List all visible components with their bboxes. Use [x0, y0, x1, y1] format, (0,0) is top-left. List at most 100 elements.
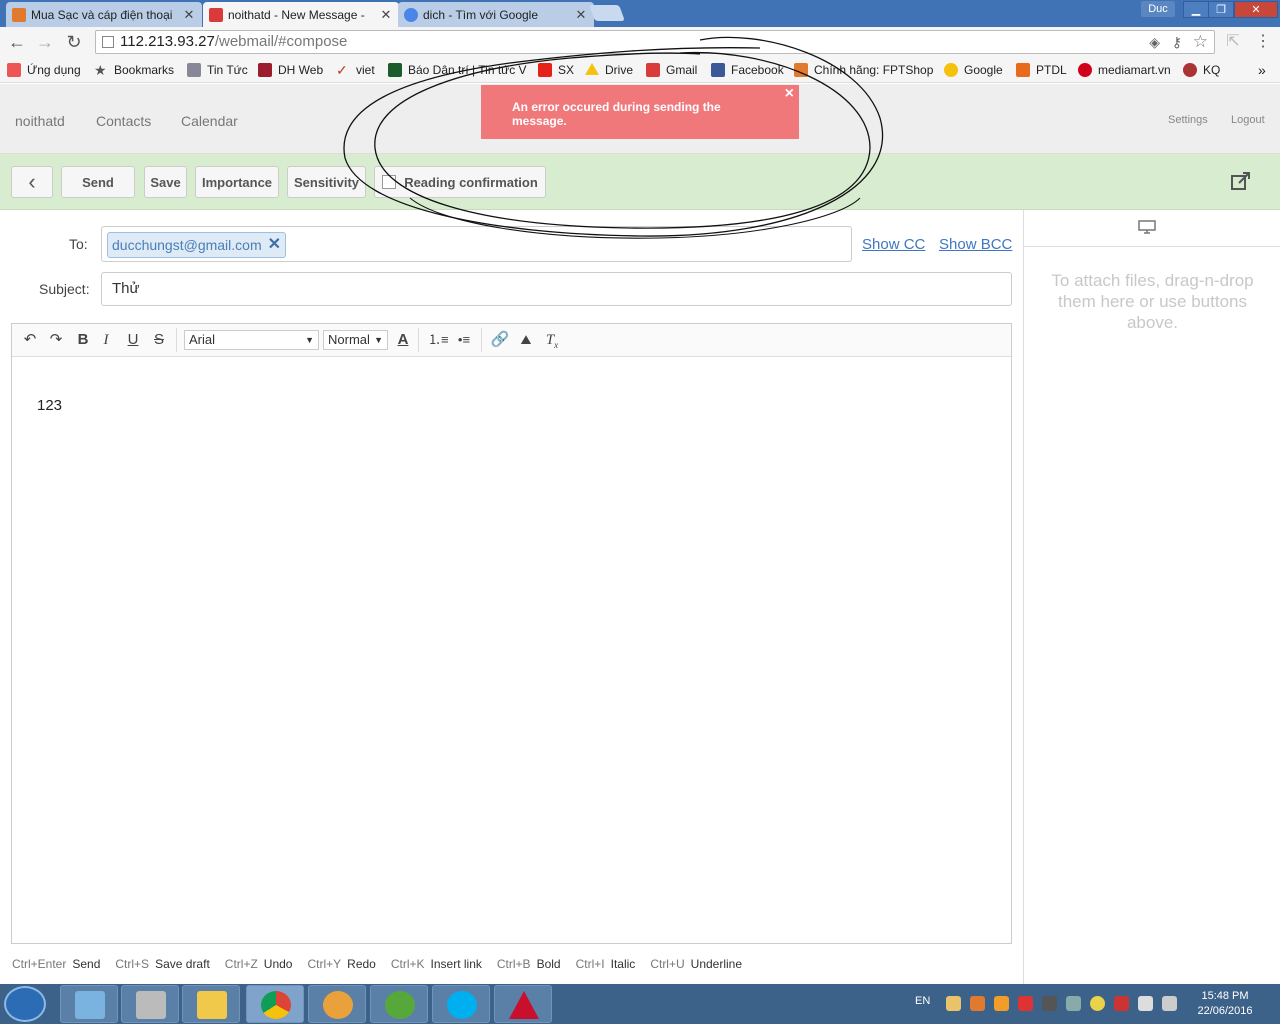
tray-yellow-icon[interactable]	[1090, 996, 1105, 1011]
bookmark-dan-tri[interactable]: Báo Dân trí | Tin tức V	[388, 62, 528, 78]
tray-calendar-icon[interactable]	[946, 996, 961, 1011]
subject-input[interactable]: Thử	[101, 272, 1012, 306]
tray-flash-icon[interactable]	[994, 996, 1009, 1011]
bookmark-fptshop[interactable]: Chính hãng: FPTShop	[794, 62, 934, 78]
popout-window-icon[interactable]	[1230, 170, 1252, 192]
key-icon[interactable]: ⚷	[1172, 31, 1182, 53]
underline-icon[interactable]: U	[123, 331, 143, 349]
back-arrow-icon[interactable]: ←	[6, 31, 28, 53]
bookmark-tin-tuc[interactable]: Tin Tức	[187, 62, 248, 78]
to-label: To:	[69, 236, 88, 252]
taskbar-app[interactable]	[432, 985, 490, 1023]
browser-tab[interactable]: Mua Sạc và cáp điện thoại ✕	[6, 2, 202, 27]
start-button[interactable]	[4, 986, 46, 1022]
star-bookmark-icon[interactable]: ☆	[1193, 31, 1208, 53]
error-toast: An error occured during sending the mess…	[481, 85, 799, 139]
tray-antivirus-icon[interactable]	[1018, 996, 1033, 1011]
bookmark-facebook[interactable]: Facebook	[711, 62, 784, 78]
bullet-list-icon[interactable]: •≡	[454, 331, 474, 349]
text-color-icon[interactable]: A	[393, 331, 413, 349]
bookmark-gmail[interactable]: Gmail	[646, 62, 697, 78]
bookmark-google[interactable]: Google	[944, 62, 1003, 78]
numbered-list-icon[interactable]: ⒈≡	[428, 331, 449, 349]
tray-coccoc-icon[interactable]	[970, 996, 985, 1011]
to-field[interactable]: ducchungst@gmail.com ✕	[101, 226, 852, 262]
tray-v-icon[interactable]	[1114, 996, 1129, 1011]
save-button[interactable]: Save	[144, 166, 187, 198]
close-tab-icon[interactable]: ✕	[379, 7, 393, 23]
dh-web-icon	[258, 63, 272, 77]
bookmark-viet[interactable]: ✓ viet	[336, 62, 375, 78]
taskbar-app-active[interactable]	[246, 985, 304, 1023]
font-size-select[interactable]: Normal ▼	[323, 330, 388, 350]
sensitivity-button[interactable]: Sensitivity	[287, 166, 366, 198]
bookmark-kq[interactable]: KQ	[1183, 62, 1220, 78]
close-tab-icon[interactable]: ✕	[574, 7, 588, 23]
extension-disabled-icon[interactable]: ⇱	[1222, 31, 1244, 53]
font-family-select[interactable]: Arial ▼	[184, 330, 319, 350]
show-cc-link[interactable]: Show CC	[862, 236, 925, 253]
link-icon[interactable]: 🔗	[490, 331, 510, 349]
bookmark-dh-web[interactable]: DH Web	[258, 62, 323, 78]
italic-icon[interactable]: I	[96, 331, 116, 349]
volume-icon[interactable]	[1162, 996, 1177, 1011]
attachments-pane[interactable]: To attach files, drag-n-drop them here o…	[1023, 210, 1280, 984]
settings-link[interactable]: Settings	[1168, 114, 1208, 126]
taskbar-app[interactable]	[308, 985, 366, 1023]
send-button[interactable]: Send	[61, 166, 135, 198]
nav-account[interactable]: noithatd	[15, 113, 65, 129]
show-bcc-link[interactable]: Show BCC	[939, 236, 1012, 253]
close-tab-icon[interactable]: ✕	[182, 7, 196, 23]
system-clock[interactable]: 15:48 PM 22/06/2016	[1188, 989, 1262, 1019]
bookmark-mediamart[interactable]: mediamart.vn	[1078, 62, 1171, 78]
bookmark-apps[interactable]: Ứng dụng	[7, 62, 81, 78]
taskbar-app[interactable]	[121, 985, 179, 1023]
tray-tool-icon[interactable]	[1042, 996, 1057, 1011]
profile-button[interactable]: Duc	[1141, 1, 1175, 17]
redo-icon[interactable]: ↷	[46, 331, 66, 349]
tray-display-icon[interactable]	[1138, 996, 1153, 1011]
bookmarks-overflow-button[interactable]: »	[1258, 62, 1266, 78]
undo-icon[interactable]: ↶	[20, 331, 40, 349]
skype-icon	[447, 991, 477, 1019]
tray-network-icon[interactable]	[1066, 996, 1081, 1011]
bookmark-bookmarks[interactable]: ★ Bookmarks	[94, 62, 174, 78]
taskbar-app[interactable]	[494, 985, 552, 1023]
bookmark-drive[interactable]: Drive	[585, 62, 633, 78]
logout-link[interactable]: Logout	[1231, 114, 1265, 126]
window-close-icon[interactable]: ✕	[1234, 1, 1278, 18]
importance-button[interactable]: Importance	[195, 166, 279, 198]
back-button[interactable]: ‹	[11, 166, 53, 198]
address-bar[interactable]: 112.213.93.27/webmail/#compose ◈ ⚷ ☆	[95, 30, 1215, 54]
strikethrough-icon[interactable]: S	[149, 331, 169, 349]
recipient-chip[interactable]: ducchungst@gmail.com ✕	[107, 232, 287, 258]
menu-icon[interactable]: ⋮	[1252, 31, 1274, 53]
taskbar-app[interactable]	[370, 985, 428, 1023]
bookmark-ptdl[interactable]: PTDL	[1016, 62, 1067, 78]
monitor-icon[interactable]	[1138, 220, 1156, 234]
restore-icon[interactable]: ❐	[1208, 1, 1234, 18]
bookmark-sx[interactable]: SX	[538, 62, 574, 78]
nav-contacts[interactable]: Contacts	[96, 113, 151, 129]
taskbar-app[interactable]	[182, 985, 240, 1023]
browser-tab[interactable]: dich - Tìm với Google ✕	[398, 2, 594, 27]
nav-calendar[interactable]: Calendar	[181, 113, 238, 129]
language-indicator[interactable]: EN	[915, 995, 930, 1007]
clock-time: 15:48 PM	[1201, 990, 1249, 1002]
clear-formatting-icon[interactable]: Tx	[542, 331, 562, 350]
browser-tab-active[interactable]: noithatd - New Message - ✕	[203, 2, 399, 27]
taskbar-app[interactable]	[60, 985, 118, 1023]
new-tab-button[interactable]	[589, 5, 625, 21]
reading-confirmation-checkbox[interactable]	[382, 175, 397, 189]
minimize-icon[interactable]: ▁	[1183, 1, 1209, 18]
reload-icon[interactable]: ↻	[63, 31, 85, 53]
image-icon[interactable]: ⛰	[516, 331, 536, 349]
bold-icon[interactable]: B	[73, 331, 93, 349]
close-icon[interactable]: ×	[785, 86, 794, 102]
forward-arrow-icon[interactable]: →	[34, 31, 56, 53]
message-body[interactable]: 123	[37, 397, 62, 414]
reading-confirmation-button[interactable]: Reading confirmation	[374, 166, 546, 198]
bookmark-label: Drive	[605, 63, 634, 77]
remove-recipient-icon[interactable]: ✕	[268, 233, 281, 257]
extension-icon[interactable]: ◈	[1149, 31, 1160, 53]
